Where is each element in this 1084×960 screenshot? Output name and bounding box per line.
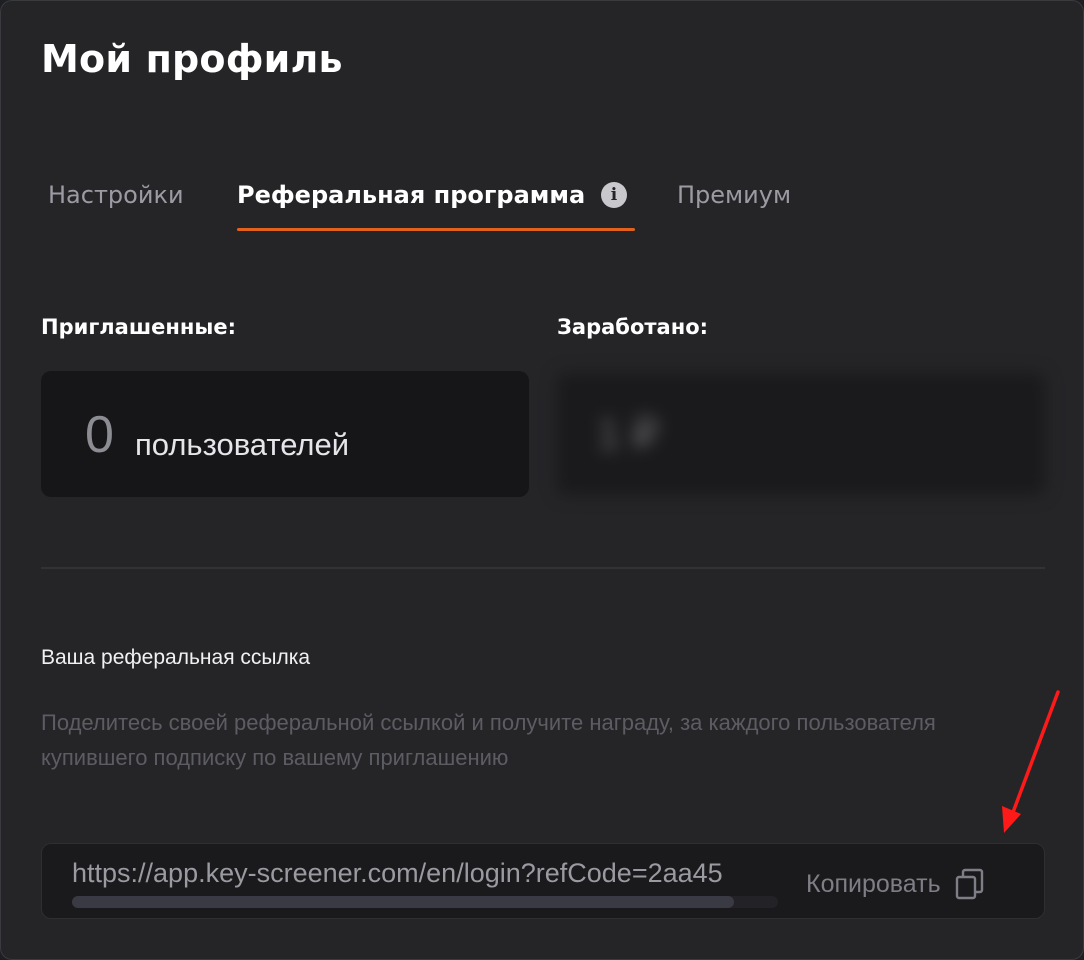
tab-referral-program[interactable]: Реферальная программа <box>237 181 585 209</box>
tab-premium[interactable]: Премиум <box>677 181 791 209</box>
earned-card-blurred: 1 ₽ <box>557 373 1045 495</box>
earned-label: Заработано: <box>557 315 709 339</box>
copy-button[interactable]: Копировать <box>806 864 985 904</box>
copy-icon <box>955 868 983 900</box>
copy-button-label: Копировать <box>806 869 941 898</box>
tab-settings[interactable]: Настройки <box>48 181 184 209</box>
referral-link-box: Копировать <box>41 843 1045 919</box>
invited-card: 0 пользователей <box>41 371 529 497</box>
invited-count: 0 <box>85 406 114 464</box>
referral-description: Поделитесь своей реферальной ссылкой и п… <box>41 710 936 770</box>
link-scrollbar-thumb[interactable] <box>72 896 734 908</box>
invited-label: Приглашенные: <box>41 315 237 339</box>
page-title: Мой профиль <box>41 37 343 81</box>
invited-unit: пользователей <box>135 427 350 462</box>
profile-panel: Мой профиль Настройки Реферальная програ… <box>0 0 1084 960</box>
earned-value: 1 ₽ <box>597 410 659 457</box>
active-tab-indicator <box>237 228 635 231</box>
info-icon[interactable]: i <box>601 182 627 208</box>
referral-link-title: Ваша реферальная ссылка <box>41 646 311 669</box>
link-scrollbar[interactable] <box>72 896 778 908</box>
referral-link-field[interactable] <box>72 858 778 889</box>
section-divider <box>41 567 1045 569</box>
